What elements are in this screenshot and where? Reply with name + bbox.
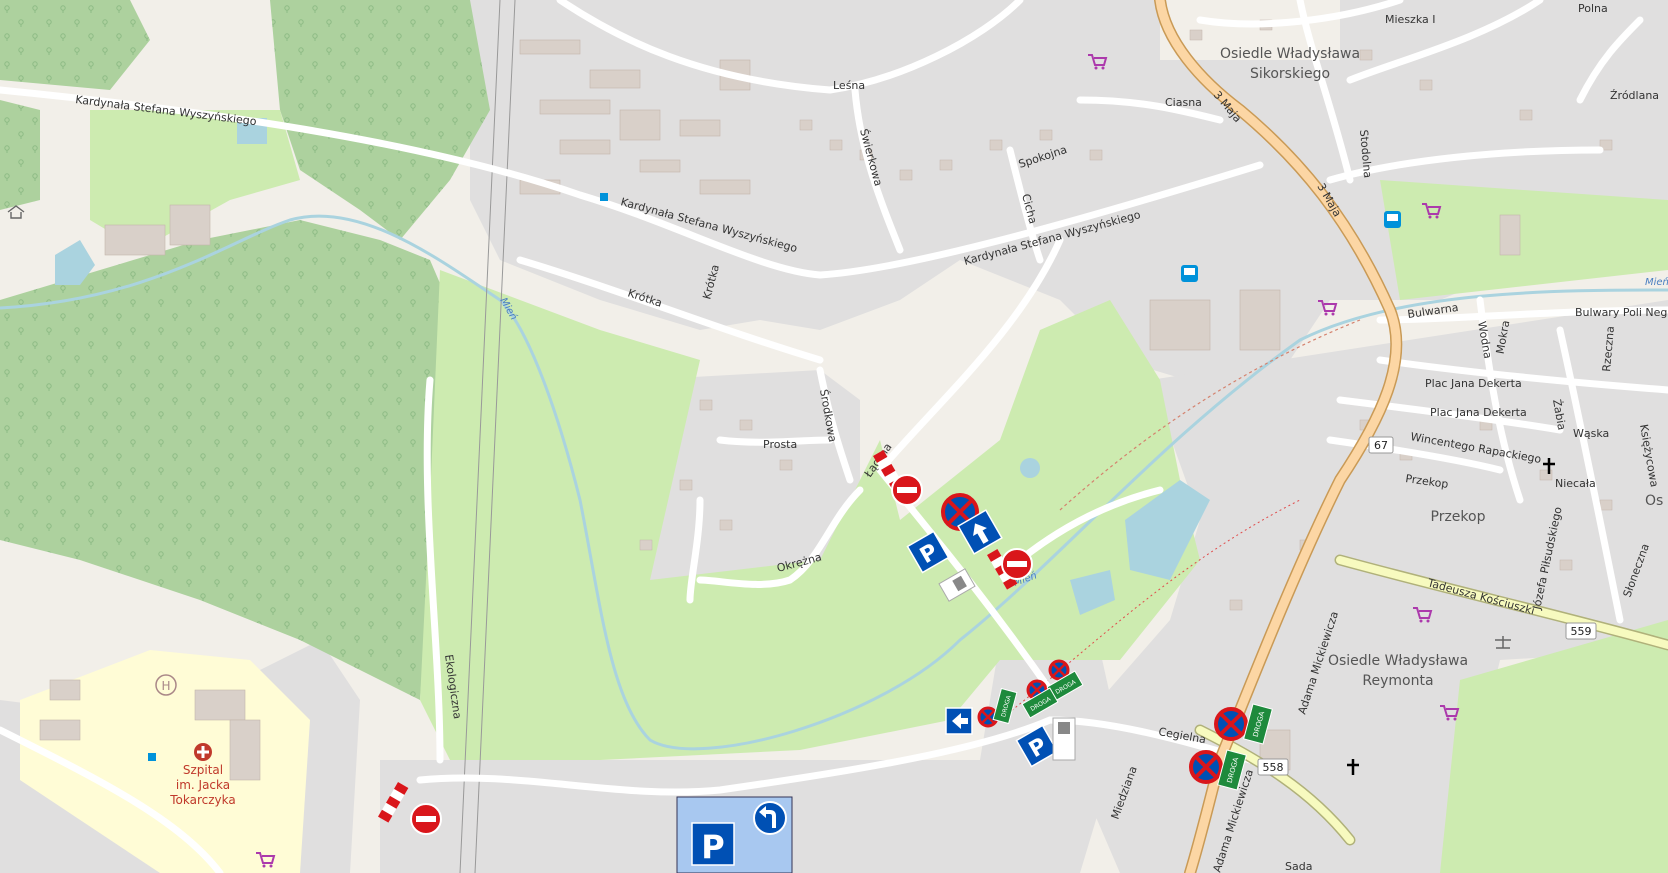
map-canvas[interactable]: 67 558 559 Kardynała Stefana Wyszyńskieg…	[0, 0, 1668, 873]
label-osiedle-sikorskiego-2: Sikorskiego	[1250, 66, 1330, 82]
label-polna: Polna	[1578, 2, 1608, 15]
label-ciasna: Ciasna	[1165, 96, 1202, 109]
bus-stop-icon[interactable]	[1181, 265, 1198, 282]
label-sada: Sada	[1285, 860, 1312, 873]
label-prosta: Prosta	[763, 438, 797, 451]
label-przekop: Przekop	[1431, 509, 1486, 525]
label-dekerta-b: Plac Jana Dekerta	[1430, 406, 1527, 419]
bus-stop-icon[interactable]	[1384, 211, 1401, 228]
label-river-c: Mień	[1645, 276, 1668, 288]
no-entry-sign-icon[interactable]	[1001, 548, 1033, 580]
label-dekerta-a: Plac Jana Dekerta	[1425, 377, 1522, 390]
label-lesna: Leśna	[833, 79, 865, 92]
label-osiedle-sikorskiego-1: Osiedle Władysława	[1220, 46, 1360, 62]
no-entry-sign-icon[interactable]	[891, 474, 923, 506]
parking-lot-marker-icon[interactable]	[1052, 717, 1076, 761]
label-osiedle-reymonta-1: Osiedle Władysława	[1328, 653, 1468, 669]
label-mieszka: Mieszka I	[1385, 13, 1435, 26]
label-zrodlana: Źródlana	[1610, 89, 1659, 102]
one-way-sign-icon[interactable]	[945, 707, 973, 735]
label-osiedle-reymonta-2: Reymonta	[1362, 673, 1433, 689]
road-shield-559: 559	[1565, 622, 1597, 640]
label-hospital-1: Szpital	[183, 763, 223, 777]
label-waska: Wąska	[1573, 427, 1609, 440]
no-stopping-sign-icon[interactable]	[1214, 707, 1248, 741]
no-entry-sign-icon[interactable]	[410, 803, 442, 835]
label-edge-os: Os	[1645, 493, 1663, 509]
svg-text:H: H	[161, 679, 170, 693]
svg-text:559: 559	[1571, 625, 1592, 638]
bus-stop-icon[interactable]	[600, 193, 608, 201]
bus-stop-icon[interactable]	[148, 753, 156, 761]
road-shield-67: 67	[1368, 436, 1394, 454]
parking-zone-box[interactable]: P	[676, 796, 793, 873]
svg-text:67: 67	[1374, 439, 1388, 452]
label-bulwary: Bulwary Poli Negr	[1575, 306, 1668, 319]
svg-text:P: P	[701, 828, 724, 866]
no-stopping-sign-icon[interactable]	[1189, 750, 1223, 784]
road-shield-558: 558	[1257, 758, 1289, 776]
label-hospital-3: Tokarczyka	[169, 793, 235, 807]
hospital-icon[interactable]	[194, 743, 212, 761]
label-niecala: Niecała	[1555, 477, 1596, 490]
label-hospital-2: im. Jacka	[176, 778, 230, 792]
svg-text:558: 558	[1263, 761, 1284, 774]
